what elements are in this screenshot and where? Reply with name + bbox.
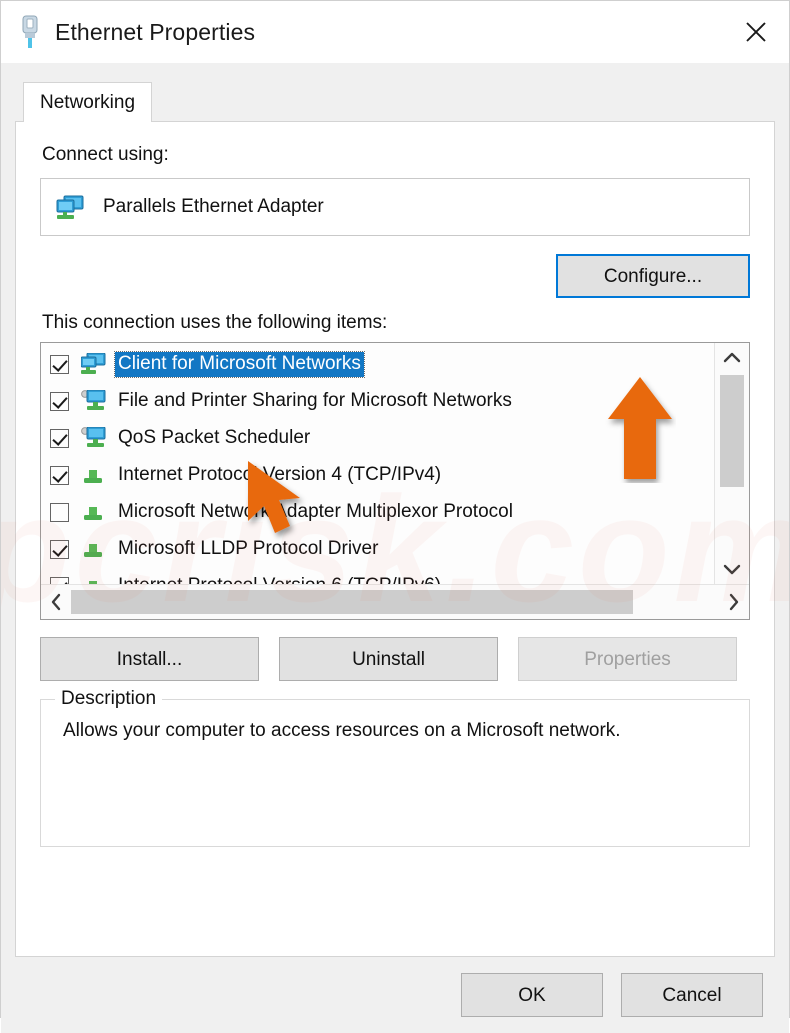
network-items-listbox[interactable]: Client for Microsoft Networks File and P… bbox=[40, 342, 750, 620]
items-list-label: This connection uses the following items… bbox=[42, 312, 388, 333]
item-checkbox[interactable] bbox=[50, 429, 69, 448]
protocol-icon bbox=[81, 464, 107, 488]
list-item[interactable]: Internet Protocol Version 6 (TCP/IPv6) bbox=[41, 568, 714, 584]
list-item-label: Internet Protocol Version 6 (TCP/IPv6) bbox=[115, 574, 444, 584]
adapter-display-box: Parallels Ethernet Adapter bbox=[40, 178, 750, 236]
properties-button: Properties bbox=[518, 637, 737, 681]
network-adapter-icon bbox=[55, 195, 84, 219]
protocol-icon bbox=[81, 575, 107, 584]
list-item[interactable]: Microsoft LLDP Protocol Driver bbox=[41, 531, 714, 568]
list-item[interactable]: File and Printer Sharing for Microsoft N… bbox=[41, 383, 714, 420]
dialog-footer: OK Cancel bbox=[1, 957, 789, 1033]
item-checkbox[interactable] bbox=[50, 503, 69, 522]
vertical-scrollbar[interactable] bbox=[714, 343, 749, 584]
list-item-label: QoS Packet Scheduler bbox=[118, 427, 311, 448]
item-checkbox[interactable] bbox=[50, 355, 69, 374]
dialog-body: Networking Connect using: Parallels Ethe… bbox=[1, 63, 789, 957]
chevron-right-icon[interactable] bbox=[719, 593, 749, 611]
close-icon[interactable] bbox=[723, 1, 789, 63]
configure-row: Configure... bbox=[40, 254, 750, 298]
client-network-icon bbox=[80, 352, 107, 377]
tab-networking[interactable]: Networking bbox=[23, 82, 153, 122]
horizontal-scrollbar-thumb[interactable] bbox=[71, 590, 633, 614]
list-item-label: Microsoft LLDP Protocol Driver bbox=[118, 538, 379, 559]
action-button-row: Install... Uninstall Properties bbox=[40, 637, 750, 681]
install-button[interactable]: Install... bbox=[40, 637, 259, 681]
protocol-icon bbox=[81, 538, 107, 562]
ethernet-properties-dialog: Ethernet Properties Networking Connect u… bbox=[0, 0, 790, 1033]
window-title: Ethernet Properties bbox=[55, 18, 256, 45]
chevron-left-icon[interactable] bbox=[41, 593, 71, 611]
ok-button[interactable]: OK bbox=[461, 973, 603, 1017]
list-item-label: File and Printer Sharing for Microsoft N… bbox=[118, 390, 512, 411]
protocol-icon bbox=[81, 501, 107, 525]
service-network-icon bbox=[81, 389, 107, 414]
chevron-down-icon[interactable] bbox=[715, 554, 749, 584]
network-items-list[interactable]: Client for Microsoft Networks File and P… bbox=[41, 343, 714, 584]
title-bar: Ethernet Properties bbox=[1, 1, 789, 63]
tab-page-networking: Connect using: Parallels Ethernet Adapte… bbox=[15, 121, 775, 957]
item-checkbox[interactable] bbox=[50, 466, 69, 485]
description-groupbox: Description Allows your computer to acce… bbox=[40, 688, 750, 847]
list-item[interactable]: Internet Protocol Version 4 (TCP/IPv4) bbox=[41, 457, 714, 494]
item-checkbox[interactable] bbox=[50, 577, 69, 584]
list-item-label: Internet Protocol Version 4 (TCP/IPv4) bbox=[118, 464, 442, 485]
list-item-label: Client for Microsoft Networks bbox=[114, 351, 365, 378]
list-item[interactable]: Client for Microsoft Networks bbox=[41, 346, 714, 383]
item-checkbox[interactable] bbox=[50, 540, 69, 559]
tab-strip: Networking bbox=[15, 81, 775, 122]
cancel-button[interactable]: Cancel bbox=[621, 973, 763, 1017]
list-item[interactable]: QoS Packet Scheduler bbox=[41, 420, 714, 457]
adapter-name: Parallels Ethernet Adapter bbox=[103, 196, 324, 217]
chevron-up-icon[interactable] bbox=[715, 343, 749, 373]
vertical-scrollbar-thumb[interactable] bbox=[720, 375, 744, 487]
ethernet-connector-icon bbox=[17, 15, 43, 49]
connect-using-label: Connect using: bbox=[42, 144, 169, 165]
uninstall-button[interactable]: Uninstall bbox=[279, 637, 498, 681]
list-item-label: Microsoft Network Adapter Multiplexor Pr… bbox=[118, 501, 513, 522]
description-title: Description bbox=[55, 688, 163, 710]
horizontal-scrollbar[interactable] bbox=[41, 584, 749, 619]
item-checkbox[interactable] bbox=[50, 392, 69, 411]
service-network-icon bbox=[81, 426, 107, 451]
configure-button[interactable]: Configure... bbox=[556, 254, 750, 298]
description-text: Allows your computer to access resources… bbox=[63, 720, 621, 741]
list-item[interactable]: Microsoft Network Adapter Multiplexor Pr… bbox=[41, 494, 714, 531]
